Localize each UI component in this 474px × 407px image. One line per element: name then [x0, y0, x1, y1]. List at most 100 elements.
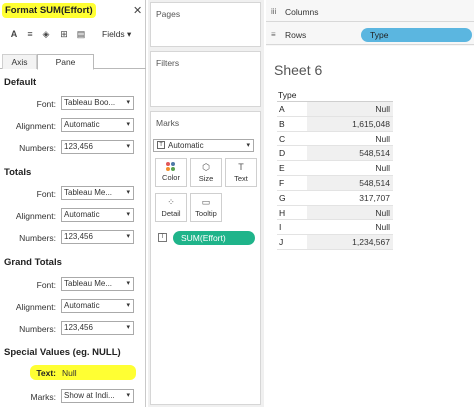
row-key: D	[279, 148, 286, 159]
size-button[interactable]: ⬡ Size	[190, 158, 222, 187]
grand-totals-numbers-dropdown[interactable]: 123,456 ▾	[61, 321, 134, 335]
column-header-type: Type	[278, 90, 297, 100]
marks-card: Marks	[150, 111, 261, 405]
row-value: 1,234,567	[352, 237, 390, 248]
row-value: Null	[375, 104, 390, 114]
row-key: I	[279, 222, 282, 233]
color-button[interactable]: Color	[155, 158, 187, 187]
text-button[interactable]: T Text	[225, 158, 257, 187]
table-row[interactable]: A Null	[277, 102, 393, 117]
default-font-dropdown[interactable]: Tableau Boo... ▾	[61, 96, 134, 110]
chevron-down-icon: ▾	[126, 99, 130, 106]
text-mark-icon: T	[157, 141, 165, 149]
alignment-icon[interactable]: ≡	[24, 28, 36, 40]
grand-totals-numbers-label: Numbers:	[19, 324, 56, 334]
default-font-label: Font:	[36, 99, 56, 109]
table-row[interactable]: F 548,514	[277, 175, 393, 191]
special-marks-value: Show at Indi...	[64, 391, 115, 400]
totals-font-value: Tableau Me...	[64, 188, 113, 197]
detail-button[interactable]: ⁘ Detail	[155, 193, 187, 222]
section-grand-totals-heading: Grand Totals	[4, 257, 62, 268]
table-row[interactable]: E Null	[277, 161, 393, 176]
tooltip-label: Tooltip	[195, 209, 217, 218]
mark-type-dropdown[interactable]: T Automatic ▾	[153, 139, 254, 152]
filters-card-title: Filters	[156, 58, 180, 68]
chevron-down-icon: ▾	[126, 211, 130, 218]
cards-column: Pages Filters Marks T Automatic ▾ Color …	[148, 0, 264, 407]
totals-font-dropdown[interactable]: Tableau Me... ▾	[61, 186, 134, 200]
rows-shelf[interactable]: ≡ Rows Type	[266, 25, 474, 45]
row-key: C	[279, 133, 286, 144]
filters-card[interactable]: Filters	[150, 51, 261, 107]
grand-totals-alignment-dropdown[interactable]: Automatic ▾	[61, 299, 134, 313]
row-value: Null	[375, 207, 390, 218]
table-row[interactable]: I Null	[277, 220, 393, 236]
format-toolbar: A ≡ ◈ ⊞ ▤ Fields ▾	[0, 24, 146, 46]
default-alignment-label: Alignment:	[15, 121, 56, 131]
detail-icon: ⁘	[167, 197, 175, 207]
totals-font-label: Font:	[36, 189, 56, 199]
grand-totals-alignment-value: Automatic	[64, 301, 100, 310]
type-pill[interactable]: Type	[361, 28, 472, 42]
borders-icon[interactable]: ⊞	[58, 28, 70, 40]
marks-card-title: Marks	[156, 118, 180, 128]
format-pane-title: Format SUM(Effort)	[2, 3, 96, 18]
table-row[interactable]: D 548,514	[277, 146, 393, 162]
tab-axis[interactable]: Axis	[2, 54, 37, 69]
special-text-input[interactable]: Null	[62, 368, 77, 378]
row-key: A	[279, 104, 285, 114]
row-value: Null	[375, 163, 390, 174]
columns-shelf[interactable]: iii Columns	[266, 2, 474, 22]
totals-alignment-dropdown[interactable]: Automatic ▾	[61, 208, 134, 222]
chevron-down-icon: ▾	[126, 143, 130, 150]
format-pane: Format SUM(Effort) ✕ A ≡ ◈ ⊞ ▤ Fields ▾ …	[0, 0, 146, 407]
columns-label: Columns	[285, 7, 319, 17]
format-tabs: Axis Pane	[0, 54, 146, 70]
row-value: Null	[375, 222, 390, 233]
text-label: Text	[234, 174, 248, 183]
pages-card-title: Pages	[156, 9, 181, 19]
section-special-values-heading: Special Values (eg. NULL)	[4, 347, 121, 358]
tab-pane[interactable]: Pane	[37, 54, 94, 70]
row-value: 1,615,048	[352, 118, 390, 129]
default-numbers-dropdown[interactable]: 123,456 ▾	[61, 140, 134, 154]
grand-totals-font-label: Font:	[36, 280, 56, 290]
totals-numbers-dropdown[interactable]: 123,456 ▾	[61, 230, 134, 244]
pages-card[interactable]: Pages	[150, 2, 261, 47]
color-label: Color	[162, 173, 180, 182]
close-icon[interactable]: ✕	[133, 4, 142, 17]
font-icon[interactable]: A	[8, 28, 20, 40]
default-alignment-value: Automatic	[64, 120, 100, 129]
chevron-down-icon: ▾	[126, 121, 130, 128]
sum-effort-pill[interactable]: SUM(Effort)	[173, 231, 255, 245]
chevron-down-icon: ▾	[126, 324, 130, 331]
default-numbers-value: 123,456	[64, 142, 93, 151]
grand-totals-numbers-value: 123,456	[64, 323, 93, 332]
table-row[interactable]: J 1,234,567	[277, 235, 393, 250]
totals-numbers-label: Numbers:	[19, 233, 56, 243]
row-key: F	[279, 177, 285, 188]
row-key: J	[279, 237, 284, 248]
special-marks-dropdown[interactable]: Show at Indi... ▾	[61, 389, 134, 403]
fields-dropdown[interactable]: Fields ▾	[102, 29, 131, 40]
grand-totals-font-dropdown[interactable]: Tableau Me... ▾	[61, 277, 134, 291]
tooltip-button[interactable]: ▭ Tooltip	[190, 193, 222, 222]
chevron-down-icon: ▾	[246, 142, 250, 149]
table-row[interactable]: H Null	[277, 205, 393, 221]
tooltip-icon: ▭	[201, 197, 211, 207]
chevron-down-icon: ▾	[126, 189, 130, 196]
table-row[interactable]: C Null	[277, 132, 393, 147]
rows-icon: ≡	[271, 30, 276, 39]
size-icon: ⬡	[202, 162, 210, 172]
row-key: B	[279, 118, 285, 129]
table-row[interactable]: B 1,615,048	[277, 116, 393, 132]
shading-icon[interactable]: ◈	[40, 28, 52, 40]
row-value: 317,707	[359, 192, 390, 203]
table-row[interactable]: G 317,707	[277, 191, 393, 206]
chevron-down-icon: ▾	[126, 392, 130, 399]
lines-icon[interactable]: ▤	[75, 28, 87, 40]
row-key: E	[279, 163, 285, 174]
text-icon: T	[238, 162, 244, 172]
default-alignment-dropdown[interactable]: Automatic ▾	[61, 118, 134, 132]
row-value: 548,514	[359, 177, 390, 188]
